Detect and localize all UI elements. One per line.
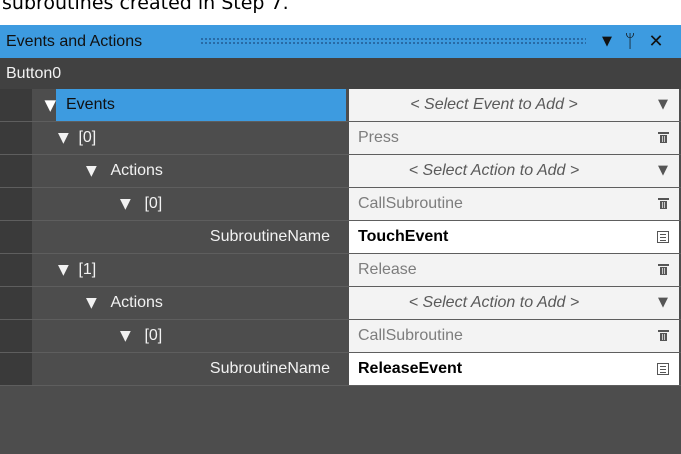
event-0-expand-icon[interactable]: ▼: [58, 122, 74, 154]
subroutine-name-field[interactable]: TouchEvent: [349, 221, 679, 253]
edit-text-icon[interactable]: [647, 221, 679, 253]
panel-titlebar[interactable]: Events and Actions ▼ ᛘ ✕: [0, 25, 681, 58]
select-event-placeholder: < Select Event to Add >: [410, 96, 578, 113]
step-caption: subroutines created in Step 7.: [2, 0, 289, 14]
property-row-actions-1: ▼ Actions < Select Action to Add > ▼: [0, 287, 681, 320]
property-name-label: Events: [66, 96, 115, 113]
action-0-expand-icon[interactable]: ▼: [120, 188, 136, 220]
property-name-label: SubroutineName: [209, 228, 330, 245]
event-0-value: Press: [349, 122, 679, 154]
property-row-action-1-0: ▼ [0] CallSubroutine: [0, 320, 681, 353]
property-row-action-0: ▼ [0] CallSubroutine: [0, 188, 681, 221]
property-name-label: [0]: [144, 195, 163, 212]
property-name-subroutine: SubroutineName: [56, 353, 346, 385]
subroutine-name-value[interactable]: ReleaseEvent: [358, 353, 462, 385]
property-name-subroutine: SubroutineName: [56, 221, 346, 253]
close-icon[interactable]: ✕: [642, 25, 670, 58]
category-gutter: [0, 155, 32, 188]
action-type-value: CallSubroutine: [358, 327, 463, 344]
select-action-dropdown[interactable]: < Select Action to Add > ▼: [349, 155, 679, 187]
property-name-label: [1]: [78, 261, 97, 278]
select-action-placeholder: < Select Action to Add >: [408, 294, 580, 311]
category-gutter: [0, 122, 32, 155]
property-row-events: ▼ Events < Select Event to Add > ▼: [0, 89, 681, 122]
event-1-value: Release: [349, 254, 679, 286]
property-name-label: [0]: [144, 327, 163, 344]
titlebar-grip: [200, 37, 586, 45]
category-gutter: [0, 188, 32, 221]
property-name-event-0[interactable]: ▼ [0]: [58, 122, 348, 154]
events-and-actions-panel: Events and Actions ▼ ᛘ ✕ Button0 ▼ Event…: [0, 25, 681, 454]
property-name-actions[interactable]: ▼ Actions: [86, 155, 376, 187]
events-expand-icon[interactable]: ▼: [0, 89, 56, 122]
edit-text-icon[interactable]: [647, 353, 679, 385]
selected-object-header: Button0: [0, 58, 681, 89]
select-action-placeholder: < Select Action to Add >: [408, 162, 580, 179]
subroutine-name-field[interactable]: ReleaseEvent: [349, 353, 679, 385]
actions-expand-icon[interactable]: ▼: [86, 287, 102, 319]
property-row-event-0: ▼ [0] Press: [0, 122, 681, 155]
selected-object-name: Button0: [6, 65, 62, 82]
category-gutter: [0, 353, 32, 386]
trash-icon[interactable]: [647, 254, 679, 286]
trash-icon[interactable]: [647, 122, 679, 154]
actions-expand-icon[interactable]: ▼: [86, 155, 102, 187]
category-gutter: [0, 254, 32, 287]
property-grid: ▼ Events < Select Event to Add > ▼ ▼ [0]…: [0, 89, 681, 386]
property-name-event-1[interactable]: ▼ [1]: [58, 254, 348, 286]
property-row-actions-0: ▼ Actions < Select Action to Add > ▼: [0, 155, 681, 188]
category-gutter: [0, 320, 32, 353]
property-name-label: Actions: [110, 294, 163, 311]
select-action-dropdown[interactable]: < Select Action to Add > ▼: [349, 287, 679, 319]
select-event-dropdown[interactable]: < Select Event to Add > ▼: [349, 89, 679, 121]
subroutine-name-value[interactable]: TouchEvent: [358, 221, 448, 253]
category-gutter: [0, 221, 32, 254]
property-row-event-1: ▼ [1] Release: [0, 254, 681, 287]
property-name-actions[interactable]: ▼ Actions: [86, 287, 376, 319]
action-type-value: CallSubroutine: [358, 195, 463, 212]
pin-icon[interactable]: ᛘ: [619, 25, 641, 58]
trash-icon[interactable]: [647, 320, 679, 352]
panel-title: Events and Actions: [6, 33, 143, 50]
action-0-value: CallSubroutine: [349, 188, 679, 220]
property-row-subroutine-name: SubroutineName ReleaseEvent: [0, 353, 681, 386]
event-1-expand-icon[interactable]: ▼: [58, 254, 74, 286]
property-name-label: [0]: [78, 129, 97, 146]
trash-icon[interactable]: [647, 188, 679, 220]
dropdown-arrow-icon[interactable]: ▼: [647, 155, 679, 187]
property-name-label: Actions: [110, 162, 163, 179]
action-0-expand-icon[interactable]: ▼: [120, 320, 136, 352]
event-type-value: Press: [358, 129, 399, 146]
property-name-label: SubroutineName: [209, 360, 330, 377]
property-name-events[interactable]: Events: [56, 89, 346, 121]
event-type-value: Release: [358, 261, 417, 278]
dropdown-arrow-icon[interactable]: ▼: [647, 89, 679, 121]
action-0-value: CallSubroutine: [349, 320, 679, 352]
dropdown-arrow-icon[interactable]: ▼: [647, 287, 679, 319]
category-gutter: [0, 287, 32, 320]
property-row-subroutine-name: SubroutineName TouchEvent: [0, 221, 681, 254]
window-position-dropdown-icon[interactable]: ▼: [597, 25, 617, 58]
